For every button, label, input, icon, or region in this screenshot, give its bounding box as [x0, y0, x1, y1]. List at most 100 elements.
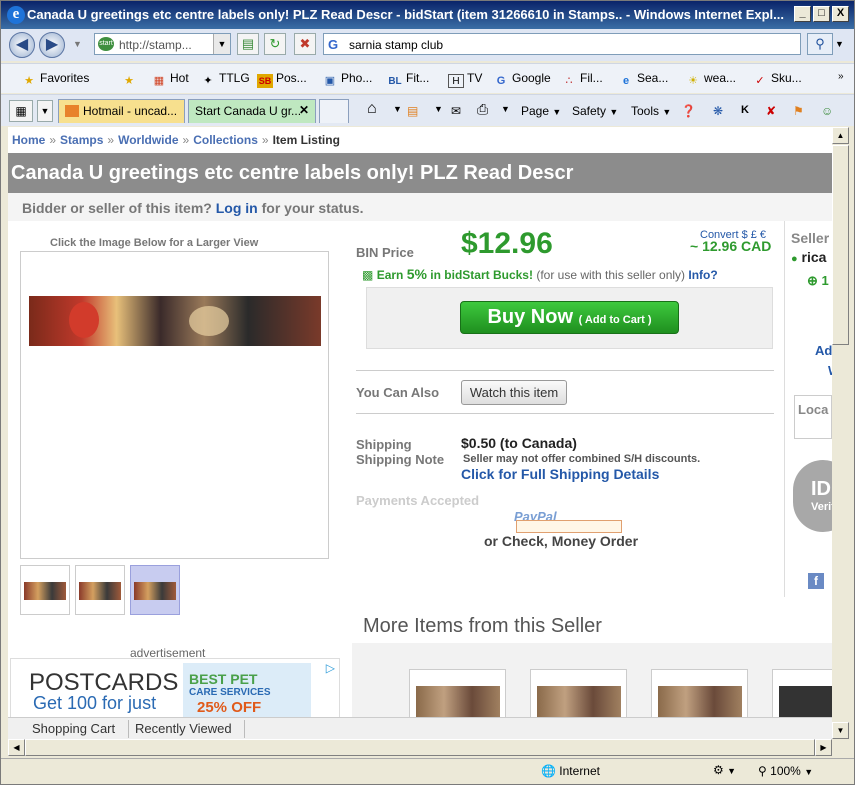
home-dropdown-icon[interactable]: ▼ [393, 104, 402, 114]
facebook-icon[interactable]: f [808, 573, 824, 589]
shipping-details-link[interactable]: Click for Full Shipping Details [461, 466, 659, 482]
addon-icon[interactable]: ✘ [766, 104, 776, 118]
print-icon[interactable]: ⎙ [477, 101, 488, 118]
forward-button[interactable]: ▶ [39, 32, 65, 58]
favorites-overflow-icon[interactable]: » [838, 71, 844, 82]
fav-item-hot[interactable]: ▦ Hot [151, 71, 189, 88]
protected-mode-icon[interactable]: ⚙ ▼ [713, 763, 736, 777]
tab-list-icon[interactable]: ▼ [37, 100, 53, 122]
scroll-left-icon[interactable]: ◀ [8, 739, 25, 756]
security-zone[interactable]: 🌐 Internet [541, 764, 600, 778]
quick-tabs-icon[interactable]: ▦ [9, 100, 33, 122]
safety-menu-label: Safety [572, 104, 607, 118]
bookmark-icon[interactable]: ⚑ [793, 104, 804, 118]
payments-label: Payments Accepted [356, 493, 480, 508]
vertical-scrollbar[interactable]: ▲ ▼ [832, 127, 849, 739]
chevron-down-icon: ▼ [804, 767, 814, 777]
breadcrumb-home[interactable]: Home [12, 133, 45, 147]
breadcrumb-collections[interactable]: Collections [193, 133, 258, 147]
image-thumbnail-selected[interactable] [130, 565, 180, 615]
search-input[interactable]: G sarnia stamp club [323, 33, 801, 55]
shopping-cart-link[interactable]: Shopping Cart [32, 721, 115, 736]
tab-hotmail[interactable]: Hotmail - uncad... [58, 99, 185, 123]
help-icon[interactable]: ❓ [681, 104, 696, 118]
messenger-icon[interactable]: ☺ [821, 104, 833, 118]
add-favorite-icon[interactable]: ★ [121, 71, 140, 88]
ad-banner[interactable]: POSTCARDS Get 100 for just BEST PET CARE… [10, 658, 340, 717]
search-dropdown-icon[interactable]: ▼ [835, 33, 849, 55]
scroll-right-icon[interactable]: ▶ [815, 739, 832, 756]
seller-item-thumbnail[interactable] [651, 669, 748, 717]
breadcrumb-worldwide[interactable]: Worldwide [118, 133, 178, 147]
thumbnail-image [24, 582, 66, 600]
feeds-dropdown-icon[interactable]: ▼ [434, 104, 443, 114]
adchoices-icon[interactable]: ▷ [326, 661, 335, 675]
seller-item-thumbnail[interactable] [409, 669, 506, 717]
scroll-thumb[interactable] [832, 145, 849, 345]
seller-item-thumbnail[interactable] [530, 669, 627, 717]
fav-item-sea[interactable]: e Sea... [618, 71, 668, 88]
fav-item-tv[interactable]: H TV [448, 71, 482, 88]
compatibility-icon[interactable]: ▤ [237, 33, 259, 55]
address-dropdown-icon[interactable]: ▼ [213, 34, 230, 54]
ad-pet-title: BEST PET [189, 671, 258, 687]
refresh-icon[interactable]: ↻ [264, 33, 286, 55]
also-label: You Can Also [356, 385, 440, 400]
new-tab-button[interactable] [319, 99, 349, 123]
thumbnail-image [658, 686, 742, 717]
history-dropdown-icon[interactable]: ▼ [73, 39, 82, 49]
breadcrumb-stamps[interactable]: Stamps [60, 133, 103, 147]
horizontal-scrollbar[interactable]: ◀ ▶ [8, 739, 849, 756]
zoom-control[interactable]: ⚲ 100% ▼ [758, 764, 813, 778]
bucks-row: ▩ Earn 5% in bidStart Bucks! (for use wi… [362, 266, 718, 282]
main-image-frame[interactable] [20, 251, 329, 559]
tab-current[interactable]: Start Canada U gr... ✕ [188, 99, 316, 123]
address-field[interactable]: start http://stamp... ▼ [94, 33, 231, 55]
seller-ad-link[interactable]: Ad [815, 343, 832, 358]
search-icon[interactable]: ⚲ [807, 33, 833, 55]
fav-item-pho[interactable]: ▣ Pho... [322, 71, 373, 88]
window-title: Canada U greetings etc centre labels onl… [27, 7, 784, 22]
fav-item-sku[interactable]: ✓ Sku... [752, 71, 801, 88]
safety-menu[interactable]: Safety ▼ [572, 104, 618, 118]
seller-item-thumbnail[interactable] [772, 669, 832, 717]
buy-now-button[interactable]: Buy Now ( Add to Cart ) [460, 301, 679, 334]
fav-item-fit[interactable]: BL Fit... [387, 71, 429, 89]
home-icon[interactable]: ⌂ [367, 100, 377, 118]
fav-item-wea[interactable]: ☀ wea... [685, 71, 736, 88]
tools-menu[interactable]: Tools ▼ [631, 104, 671, 118]
fav-item-pos[interactable]: SB Pos... [257, 71, 307, 88]
recently-viewed-link[interactable]: Recently Viewed [135, 721, 232, 736]
fav-item-fil[interactable]: ∴ Fil... [561, 71, 603, 88]
favorites-button[interactable]: ★ Favorites [21, 71, 89, 88]
close-button[interactable]: X [832, 6, 849, 22]
hscroll-thumb[interactable] [25, 739, 815, 756]
favorites-label: Favorites [40, 71, 90, 85]
money-icon: ▩ [362, 268, 374, 282]
scroll-up-icon[interactable]: ▲ [832, 127, 849, 144]
login-link[interactable]: Log in [216, 200, 258, 216]
research-icon[interactable]: ❋ [713, 104, 723, 118]
close-tab-icon[interactable]: ✕ [299, 103, 309, 117]
watch-item-button[interactable]: Watch this item [461, 380, 567, 405]
k-icon[interactable]: K [741, 104, 749, 116]
h-icon: H [448, 74, 464, 88]
seller-name[interactable]: ● rica [791, 249, 826, 265]
image-thumbnail[interactable] [75, 565, 125, 615]
stop-icon[interactable]: ✖ [294, 33, 316, 55]
divider [244, 720, 245, 738]
page-menu[interactable]: Page ▼ [521, 104, 561, 118]
maximize-button[interactable]: □ [813, 6, 830, 22]
mail-icon[interactable]: ✉ [451, 104, 461, 118]
minimize-button[interactable]: _ [794, 6, 811, 22]
feeds-icon[interactable]: ▤ [407, 104, 418, 118]
image-thumbnail[interactable] [20, 565, 70, 615]
scroll-down-icon[interactable]: ▼ [832, 722, 849, 739]
fav-item-google[interactable]: G Google [493, 71, 551, 88]
print-dropdown-icon[interactable]: ▼ [501, 104, 510, 114]
fav-item-ttlg[interactable]: ✦ TTLG [200, 71, 249, 88]
divider [356, 370, 774, 371]
item-image[interactable] [29, 296, 321, 346]
back-button[interactable]: ◀ [9, 32, 35, 58]
bucks-info-link[interactable]: Info? [688, 268, 717, 282]
